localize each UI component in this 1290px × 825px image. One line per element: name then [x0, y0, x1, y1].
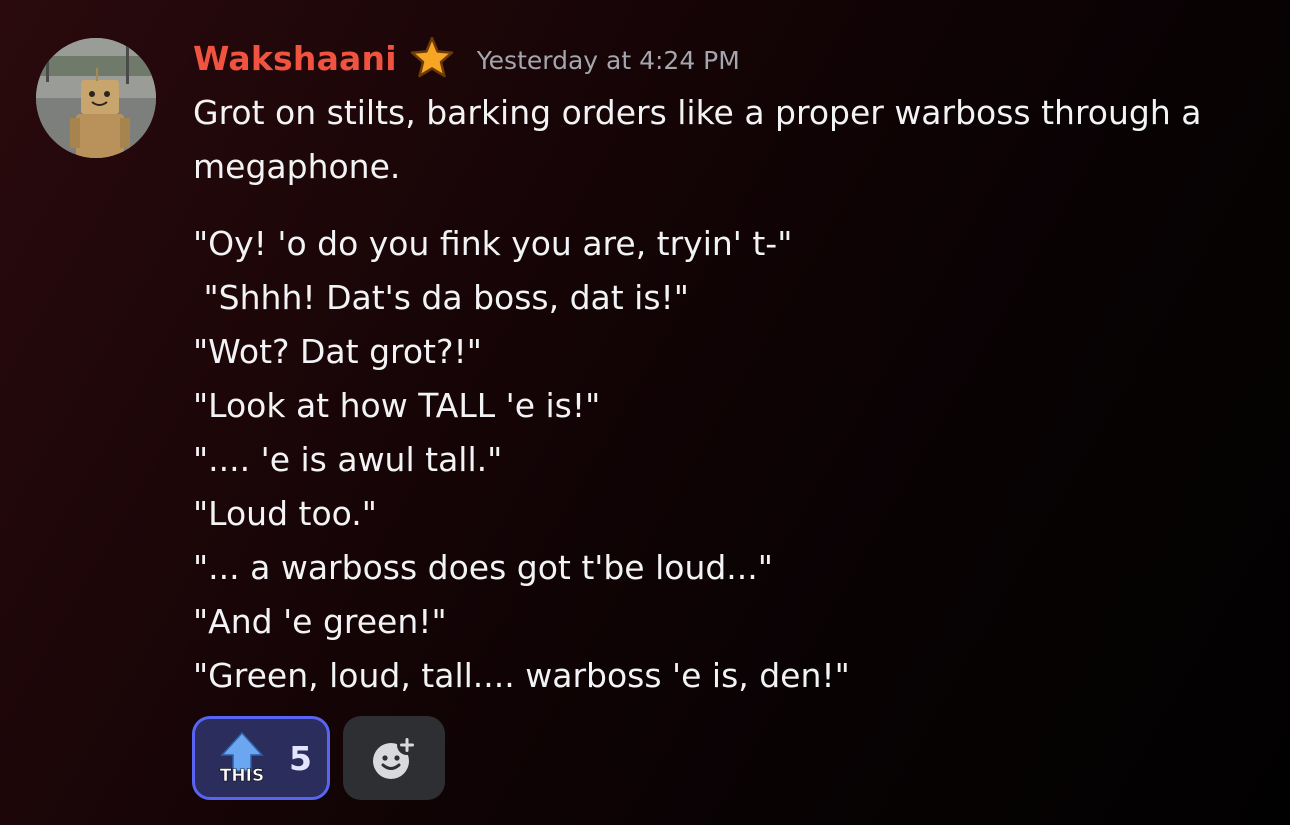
this-arrow-icon: THIS — [217, 731, 267, 786]
add-reaction-icon — [373, 735, 417, 779]
dialogue-lines: "Oy! 'o do you fink you are, tryin' t-" … — [193, 217, 1263, 703]
dialogue-line: "Look at how TALL 'e is!" — [193, 386, 601, 425]
dialogue-line: "Wot? Dat grot?!" — [193, 332, 482, 371]
timestamp: Yesterday at 4:24 PM — [476, 45, 740, 75]
dialogue-line: "Oy! 'o do you fink you are, tryin' t-" — [193, 224, 793, 263]
message-content: Grot on stilts, barking orders like a pr… — [193, 86, 1263, 703]
add-reaction-button[interactable] — [343, 716, 445, 800]
dialogue-line: "Shhh! Dat's da boss, dat is!" — [193, 278, 689, 317]
username[interactable]: Wakshaani — [193, 39, 397, 78]
dialogue-line: "... a warboss does got t'be loud..." — [193, 548, 773, 587]
chat-message: Wakshaani Yesterday at 4:24 PM Grot on s… — [0, 0, 1290, 825]
message-header: Wakshaani Yesterday at 4:24 PM — [193, 34, 740, 82]
this-emoji-text: THIS — [220, 766, 264, 785]
dialogue-line: "Loud too." — [193, 494, 377, 533]
message-intro: Grot on stilts, barking orders like a pr… — [193, 93, 1202, 186]
reactions-bar: THIS 5 — [192, 716, 445, 800]
dialogue-line: ".... 'e is awul tall." — [193, 440, 503, 479]
dialogue-line: "Green, loud, tall.... warboss 'e is, de… — [193, 656, 850, 695]
reaction-count: 5 — [289, 738, 312, 778]
avatar[interactable] — [36, 38, 156, 158]
dialogue-line: "And 'e green!" — [193, 602, 447, 641]
star-icon — [409, 35, 455, 81]
reaction-this-button[interactable]: THIS 5 — [192, 716, 330, 800]
avatar-image — [36, 38, 156, 158]
